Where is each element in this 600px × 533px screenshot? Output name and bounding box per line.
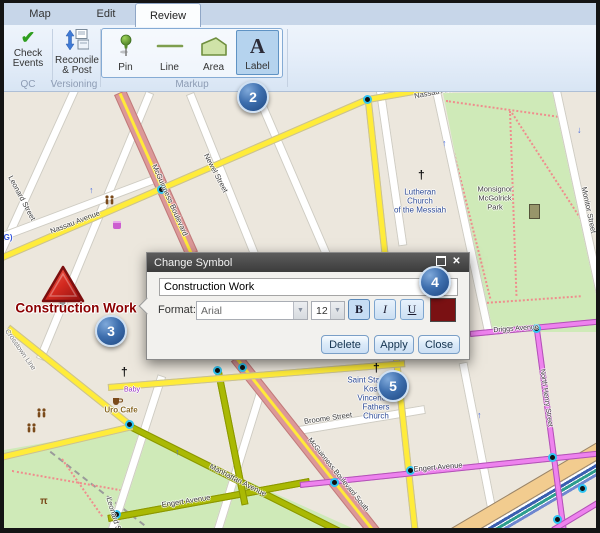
label-label: Label (245, 61, 269, 72)
area-polygon-icon (200, 30, 228, 62)
callout-badge-4: 4 (419, 266, 451, 298)
close-icon[interactable]: ✕ (450, 256, 463, 267)
line-button[interactable]: Line (148, 30, 191, 75)
group-label-markup: Markup (152, 79, 232, 90)
apply-button[interactable]: Apply (374, 335, 414, 354)
close-button[interactable]: Close (418, 335, 460, 354)
mcgolrick-park-label: Monsignor McGolrick Park (477, 185, 512, 212)
reconcile-post-label: Reconcile & Post (55, 56, 99, 76)
group-separator (287, 29, 288, 87)
dialog-title-bar[interactable]: Change Symbol (147, 253, 469, 272)
check-events-button[interactable]: ✔ Check Events (8, 29, 48, 69)
application-window: Map Edit Review ✔ Check Events QC (0, 0, 600, 533)
pedestrians-icon (26, 420, 37, 438)
ribbon-tab-strip: Map Edit Review (4, 3, 596, 25)
oneway-arrow-icon: ↑ (442, 138, 447, 148)
poi-lutheran-church: Lutheran Church of the Messiah (394, 188, 446, 215)
construction-work-label[interactable]: Construction Work (15, 301, 136, 316)
change-symbol-dialog: Change Symbol ✕ Format: Arial ▼ 12 ▼ B I… (146, 252, 470, 360)
park-building-icon (529, 204, 540, 219)
chevron-down-icon[interactable]: ▼ (293, 302, 307, 319)
italic-button[interactable]: I (374, 299, 396, 320)
oneway-arrow-icon: ↑ (477, 410, 482, 420)
oneway-arrow-icon: ↑ (577, 126, 582, 136)
text-color-swatch[interactable] (430, 298, 456, 322)
junction-dot (553, 515, 562, 524)
label-button[interactable]: A Label (236, 30, 279, 75)
tab-review[interactable]: Review (135, 3, 201, 27)
delete-button[interactable]: Delete (321, 335, 369, 354)
font-family-select[interactable]: Arial ▼ (196, 301, 308, 320)
callout-badge-5: 5 (377, 370, 409, 402)
label-a-icon: A (250, 31, 265, 61)
pin-button[interactable]: Pin (104, 30, 147, 75)
junction-dot (363, 95, 372, 104)
callout-badge-2: 2 (237, 81, 269, 113)
area-label: Area (203, 62, 224, 73)
church-cross-icon: † (121, 365, 128, 379)
bold-button[interactable]: B (348, 299, 370, 320)
bench-icon: π (40, 496, 48, 507)
oneway-arrow-icon: ↑ (89, 185, 94, 195)
symbol-text-input[interactable] (159, 278, 458, 296)
font-family-value: Arial (197, 305, 293, 317)
shop-basket-icon (113, 221, 121, 229)
chevron-down-icon[interactable]: ▼ (330, 302, 344, 319)
junction-dot (213, 366, 222, 375)
pushpin-icon (115, 30, 137, 62)
junction-dot (238, 363, 247, 372)
junction-dot (548, 453, 557, 462)
oneway-arrow-icon: ↑ (175, 447, 180, 457)
street-label-north-henry: North Henry Street (538, 369, 553, 428)
font-size-select[interactable]: 12 ▼ (311, 301, 345, 320)
subway-g-label: (G) (4, 233, 13, 242)
ribbon: Map Edit Review ✔ Check Events QC (4, 3, 596, 92)
reconcile-post-icon (65, 29, 89, 54)
line-icon (156, 30, 184, 62)
junction-dot (125, 420, 134, 429)
format-label: Format: (158, 304, 196, 316)
pedestrians-icon (36, 405, 47, 423)
church-cross-icon: † (373, 361, 380, 375)
tab-edit[interactable]: Edit (80, 3, 132, 25)
pedestrians-icon (104, 192, 115, 210)
area-button[interactable]: Area (192, 30, 235, 75)
underline-button[interactable]: U (400, 299, 424, 320)
check-events-label: Check Events (13, 49, 44, 69)
callout-badge-3: 3 (95, 315, 127, 347)
reconcile-post-button[interactable]: Reconcile & Post (54, 29, 100, 76)
check-icon: ✔ (21, 29, 35, 47)
font-size-value: 12 (312, 305, 330, 317)
pin-label: Pin (118, 62, 132, 73)
poi-uro-cafe: Uro Cafe (104, 406, 137, 415)
dialog-title: Change Symbol (154, 257, 232, 269)
line-label: Line (160, 62, 179, 73)
poi-baby-shop: Baby (124, 386, 140, 395)
tab-map[interactable]: Map (14, 3, 66, 25)
church-cross-icon: † (418, 168, 425, 182)
junction-dot (578, 484, 587, 493)
group-label-versioning: Versioning (34, 79, 114, 90)
